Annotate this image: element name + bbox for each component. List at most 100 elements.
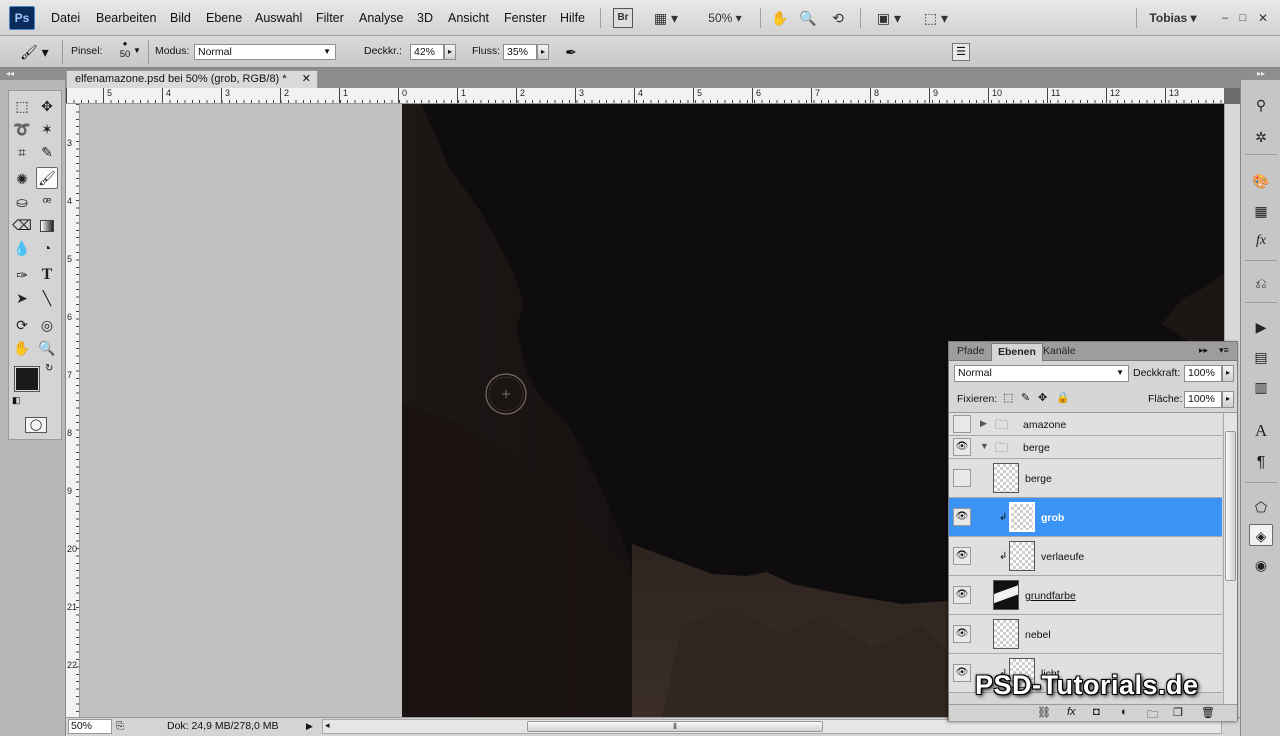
line-tool-icon[interactable]: ╲ bbox=[36, 287, 58, 309]
status-zoom-field[interactable]: 50% bbox=[68, 719, 112, 734]
eraser-tool-icon[interactable]: ⌫ bbox=[11, 214, 33, 236]
layer-opacity-slider-button[interactable]: ▸ bbox=[1222, 365, 1234, 382]
quick-mask-icon[interactable]: ◯ bbox=[25, 417, 47, 433]
zoom-level-dropdown[interactable]: 50% ▾ bbox=[700, 8, 750, 28]
zoom-tool-icon[interactable]: 🔍 bbox=[798, 8, 818, 28]
layers-panel-icon[interactable]: ◈ bbox=[1249, 524, 1273, 546]
status-preview-icon[interactable]: ⎘ bbox=[116, 719, 130, 734]
layer-style-icon[interactable]: fx bbox=[1067, 706, 1076, 718]
history-brush-tool-icon[interactable]: ꟹ bbox=[36, 191, 58, 213]
layer-opacity-field[interactable]: 100% bbox=[1184, 365, 1222, 382]
menu-ebene[interactable]: Ebene bbox=[206, 11, 242, 25]
menu-bearbeiten[interactable]: Bearbeiten bbox=[96, 11, 156, 25]
menu-datei[interactable]: Datei bbox=[51, 11, 80, 25]
type-tool-icon[interactable]: T bbox=[36, 264, 58, 286]
layers-scrollbar[interactable] bbox=[1223, 413, 1237, 704]
flow-slider-button[interactable]: ▸ bbox=[537, 44, 549, 60]
hand-tool-icon[interactable]: ✋ bbox=[11, 337, 33, 359]
expand-arrow-icon[interactable]: ▶ bbox=[980, 418, 987, 429]
move-tool-icon[interactable]: ✥ bbox=[36, 95, 58, 117]
new-group-icon[interactable]: 🗀 bbox=[1147, 706, 1158, 725]
panel-collapse-icon[interactable]: ▸▸ bbox=[1199, 345, 1208, 356]
scroll-left-icon[interactable]: ◂ bbox=[325, 720, 330, 731]
visibility-toggle[interactable] bbox=[953, 415, 971, 433]
layer-berge[interactable]: berge bbox=[949, 459, 1222, 498]
dodge-tool-icon[interactable]: ◔ bbox=[36, 237, 58, 259]
rotate-view-icon[interactable]: ⟲ bbox=[828, 8, 848, 28]
3d-rotate-tool-icon[interactable]: ⟳ bbox=[11, 314, 33, 336]
actions-panel-icon[interactable]: ▶ bbox=[1249, 316, 1273, 338]
brush-tool-preset-icon[interactable]: 🖌 ▾ bbox=[20, 42, 56, 62]
eyedropper-tool-icon[interactable]: ✎ bbox=[36, 141, 58, 163]
path-selection-tool-icon[interactable]: ➤ bbox=[11, 287, 33, 309]
document-tab[interactable]: elfenamazone.psd bei 50% (grob, RGB/8) *… bbox=[66, 70, 318, 88]
visibility-toggle[interactable]: 👁 bbox=[953, 547, 971, 565]
styles-panel-icon[interactable]: fx bbox=[1249, 230, 1273, 252]
visibility-toggle[interactable]: 👁 bbox=[953, 508, 971, 526]
menu-hilfe[interactable]: Hilfe bbox=[560, 11, 585, 25]
menu-fenster[interactable]: Fenster bbox=[504, 11, 546, 25]
3d-orbit-tool-icon[interactable]: ◎ bbox=[36, 314, 58, 336]
brush-picker-arrow-icon[interactable]: ▼ bbox=[133, 46, 141, 55]
airbrush-icon[interactable]: ✒ bbox=[560, 42, 582, 62]
menu-auswahl[interactable]: Auswahl bbox=[255, 11, 302, 25]
link-layers-icon[interactable]: ⛓ bbox=[1037, 706, 1051, 719]
layer-grob[interactable]: 👁 ↲ grob bbox=[949, 498, 1222, 537]
layers-scroll-thumb[interactable] bbox=[1225, 431, 1236, 581]
character-panel-icon[interactable]: A bbox=[1249, 420, 1273, 442]
visibility-toggle[interactable]: 👁 bbox=[953, 438, 971, 456]
layer-verlaeufe[interactable]: 👁 ↲ verlaeufe bbox=[949, 537, 1222, 576]
horizontal-scroll-thumb[interactable]: ⦀ bbox=[527, 721, 823, 732]
tab-paths[interactable]: Pfade bbox=[951, 343, 990, 361]
dock-expand-icon[interactable]: ▸▸ bbox=[1241, 68, 1280, 80]
channels-panel-icon[interactable]: ◉ bbox=[1249, 554, 1273, 576]
mode-select[interactable]: Normal ▼ bbox=[194, 44, 336, 60]
user-menu[interactable]: Tobias ▾ bbox=[1144, 8, 1202, 28]
gradient-tool-icon[interactable] bbox=[36, 214, 58, 236]
view-extras-icon[interactable]: ▦ ▾ bbox=[648, 8, 684, 28]
collapse-arrow-icon[interactable]: ▼ bbox=[980, 441, 989, 451]
foreground-color-swatch[interactable] bbox=[14, 366, 40, 392]
close-document-icon[interactable]: ✕ bbox=[302, 71, 311, 88]
flow-field[interactable]: 35% bbox=[503, 44, 537, 60]
paragraph-panel-icon[interactable]: ¶ bbox=[1249, 452, 1273, 474]
adjustment-layer-icon[interactable]: ◐ bbox=[1121, 706, 1128, 718]
animation-panel-icon[interactable]: ▤ bbox=[1249, 346, 1273, 368]
layer-grundfarbe[interactable]: 👁 grundfarbe bbox=[949, 576, 1222, 615]
visibility-toggle[interactable]: 👁 bbox=[953, 664, 971, 682]
lasso-tool-icon[interactable]: ➰ bbox=[11, 118, 33, 140]
swap-colors-icon[interactable]: ↻ bbox=[45, 363, 53, 374]
menu-ansicht[interactable]: Ansicht bbox=[448, 11, 489, 25]
arrange-documents-icon[interactable]: ▣ ▾ bbox=[872, 8, 906, 28]
marquee-tool-icon[interactable]: ⬚ bbox=[11, 95, 33, 117]
layer-group-berge[interactable]: 👁 ▼ 🗀 berge bbox=[949, 436, 1222, 459]
visibility-toggle[interactable] bbox=[953, 469, 971, 487]
close-icon[interactable]: ✕ bbox=[1256, 8, 1270, 28]
zoom-tool-icon[interactable]: 🔍 bbox=[36, 337, 58, 359]
clone-source-icon[interactable]: ✲ bbox=[1249, 126, 1273, 148]
healing-brush-tool-icon[interactable]: ✺ bbox=[11, 168, 33, 190]
menu-filter[interactable]: Filter bbox=[316, 11, 344, 25]
lock-transparency-icon[interactable]: ⬚ bbox=[1003, 391, 1013, 404]
minimize-icon[interactable]: – bbox=[1218, 8, 1232, 28]
magic-wand-tool-icon[interactable]: ✶ bbox=[36, 118, 58, 140]
crop-tool-icon[interactable]: ⌗ bbox=[11, 141, 33, 163]
maximize-icon[interactable]: □ bbox=[1236, 8, 1250, 28]
history-panel-icon[interactable]: ⎌ bbox=[1249, 272, 1273, 294]
visibility-toggle[interactable]: 👁 bbox=[953, 586, 971, 604]
blur-tool-icon[interactable]: 💧 bbox=[11, 237, 33, 259]
brush-tool-icon[interactable]: 🖌 bbox=[36, 167, 58, 189]
add-mask-icon[interactable]: ◘ bbox=[1093, 706, 1100, 718]
layer-group-amazone[interactable]: ▶ 🗀 amazone bbox=[949, 413, 1222, 436]
tab-layers[interactable]: Ebenen bbox=[991, 343, 1043, 361]
paths-panel-icon[interactable]: ⬠ bbox=[1249, 496, 1273, 518]
opacity-field[interactable]: 42% bbox=[410, 44, 444, 60]
menu-analyse[interactable]: Analyse bbox=[359, 11, 403, 25]
fill-field[interactable]: 100% bbox=[1184, 391, 1222, 408]
layer-nebel[interactable]: 👁 nebel bbox=[949, 615, 1222, 654]
lock-all-icon[interactable]: 🔒 bbox=[1056, 391, 1070, 404]
color-panel-icon[interactable]: 🎨 bbox=[1249, 170, 1273, 192]
pen-tool-icon[interactable]: ✑ bbox=[11, 264, 33, 286]
visibility-toggle[interactable]: 👁 bbox=[953, 625, 971, 643]
clone-stamp-tool-icon[interactable]: ⛀ bbox=[11, 191, 33, 213]
